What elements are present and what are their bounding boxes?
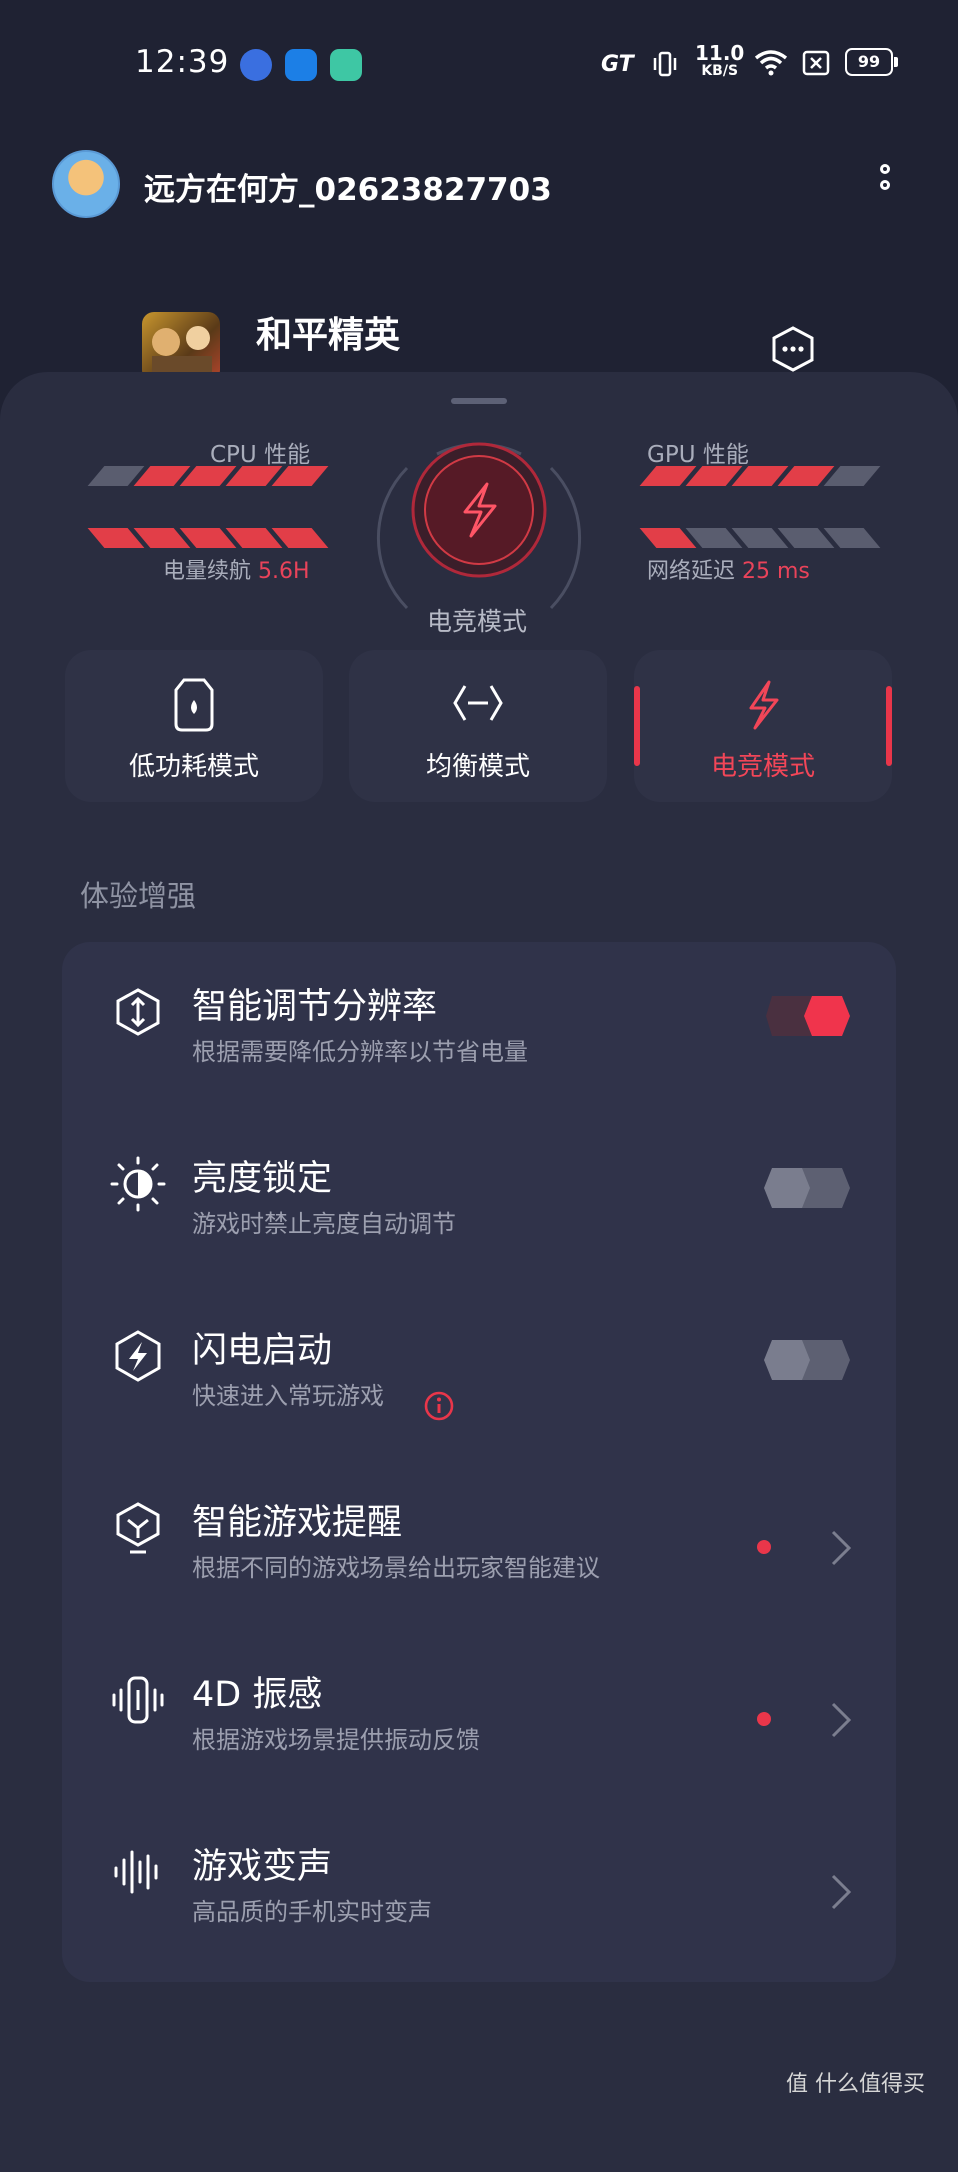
vibrate-icon: [652, 50, 678, 82]
battery-drop-icon: [172, 678, 216, 736]
resolution-icon: [110, 984, 166, 1040]
new-badge-dot: [757, 1540, 771, 1554]
network-latency: 网络延迟 25 ms: [647, 559, 810, 584]
section-title: 体验增强: [80, 879, 197, 913]
cpu-level-bars: [87, 466, 329, 486]
voice-changer-icon: [110, 1844, 166, 1900]
wifi-icon: [754, 48, 788, 80]
gt-mode-icon: GT: [601, 52, 634, 77]
gpu-label: GPU 性能: [647, 442, 749, 468]
info-icon[interactable]: [423, 1390, 455, 1426]
brightness-icon: [110, 1156, 166, 1212]
network-level-bars: [639, 528, 881, 548]
setting-flash-launch[interactable]: 闪电启动 快速进入常玩游戏: [62, 1288, 896, 1460]
smart-reminder-icon: [110, 1500, 166, 1556]
app-notification-icon: [285, 49, 317, 81]
sim-off-icon: [802, 50, 830, 80]
brightness-lock-toggle[interactable]: [762, 1168, 852, 1208]
avatar[interactable]: [52, 150, 120, 218]
setting-4d-vibration[interactable]: 4D 振感 根据游戏场景提供振动反馈: [62, 1632, 896, 1804]
mode-low-power[interactable]: 低功耗模式: [65, 650, 323, 802]
battery-level-bars: [87, 528, 329, 548]
flash-launch-toggle[interactable]: [762, 1340, 852, 1380]
network-speed: 11.0 KB/S: [695, 41, 745, 79]
flash-launch-subtitle: 快速进入常玩游戏: [192, 1382, 384, 1410]
flash-launch-icon: [110, 1328, 166, 1384]
setting-voice-changer[interactable]: 游戏变声 高品质的手机实时变声: [62, 1804, 896, 1976]
smart-resolution-toggle[interactable]: [762, 996, 852, 1036]
chevron-right-icon[interactable]: [827, 1872, 855, 1912]
new-badge-dot: [757, 1712, 771, 1726]
mode-balanced[interactable]: 均衡模式: [349, 650, 607, 802]
battery-indicator: 99: [845, 48, 898, 76]
game-name: 和平精英: [256, 315, 401, 356]
chevron-right-icon[interactable]: [827, 1700, 855, 1740]
username: 远方在何方_02623827703: [144, 172, 552, 208]
lightning-icon: [741, 678, 785, 736]
gpu-level-bars: [639, 466, 881, 486]
setting-smart-reminder[interactable]: 智能游戏提醒 根据不同的游戏场景给出玩家智能建议: [62, 1460, 896, 1632]
mode-esports[interactable]: 电竞模式: [634, 650, 892, 802]
drag-handle[interactable]: [451, 398, 507, 404]
status-time: 12:39: [135, 44, 230, 80]
more-vertical-icon[interactable]: [870, 164, 900, 204]
setting-brightness-lock[interactable]: 亮度锁定 游戏时禁止亮度自动调节: [62, 1116, 896, 1288]
vibration-icon: [110, 1672, 166, 1728]
app-notification-icon: [330, 49, 362, 81]
cpu-label: CPU 性能: [210, 442, 311, 468]
app-notification-icon: [240, 49, 272, 81]
battery-life: 电量续航 5.6H: [163, 559, 310, 584]
setting-smart-resolution[interactable]: 智能调节分辨率 根据需要降低分辨率以节省电量: [62, 944, 896, 1116]
center-mode-label: 电竞模式: [427, 607, 528, 636]
chevron-right-icon[interactable]: [827, 1528, 855, 1568]
watermark: 值 什么值得买: [786, 2072, 925, 2097]
balance-icon: [451, 678, 505, 732]
hexagon-more-icon[interactable]: [770, 326, 816, 372]
